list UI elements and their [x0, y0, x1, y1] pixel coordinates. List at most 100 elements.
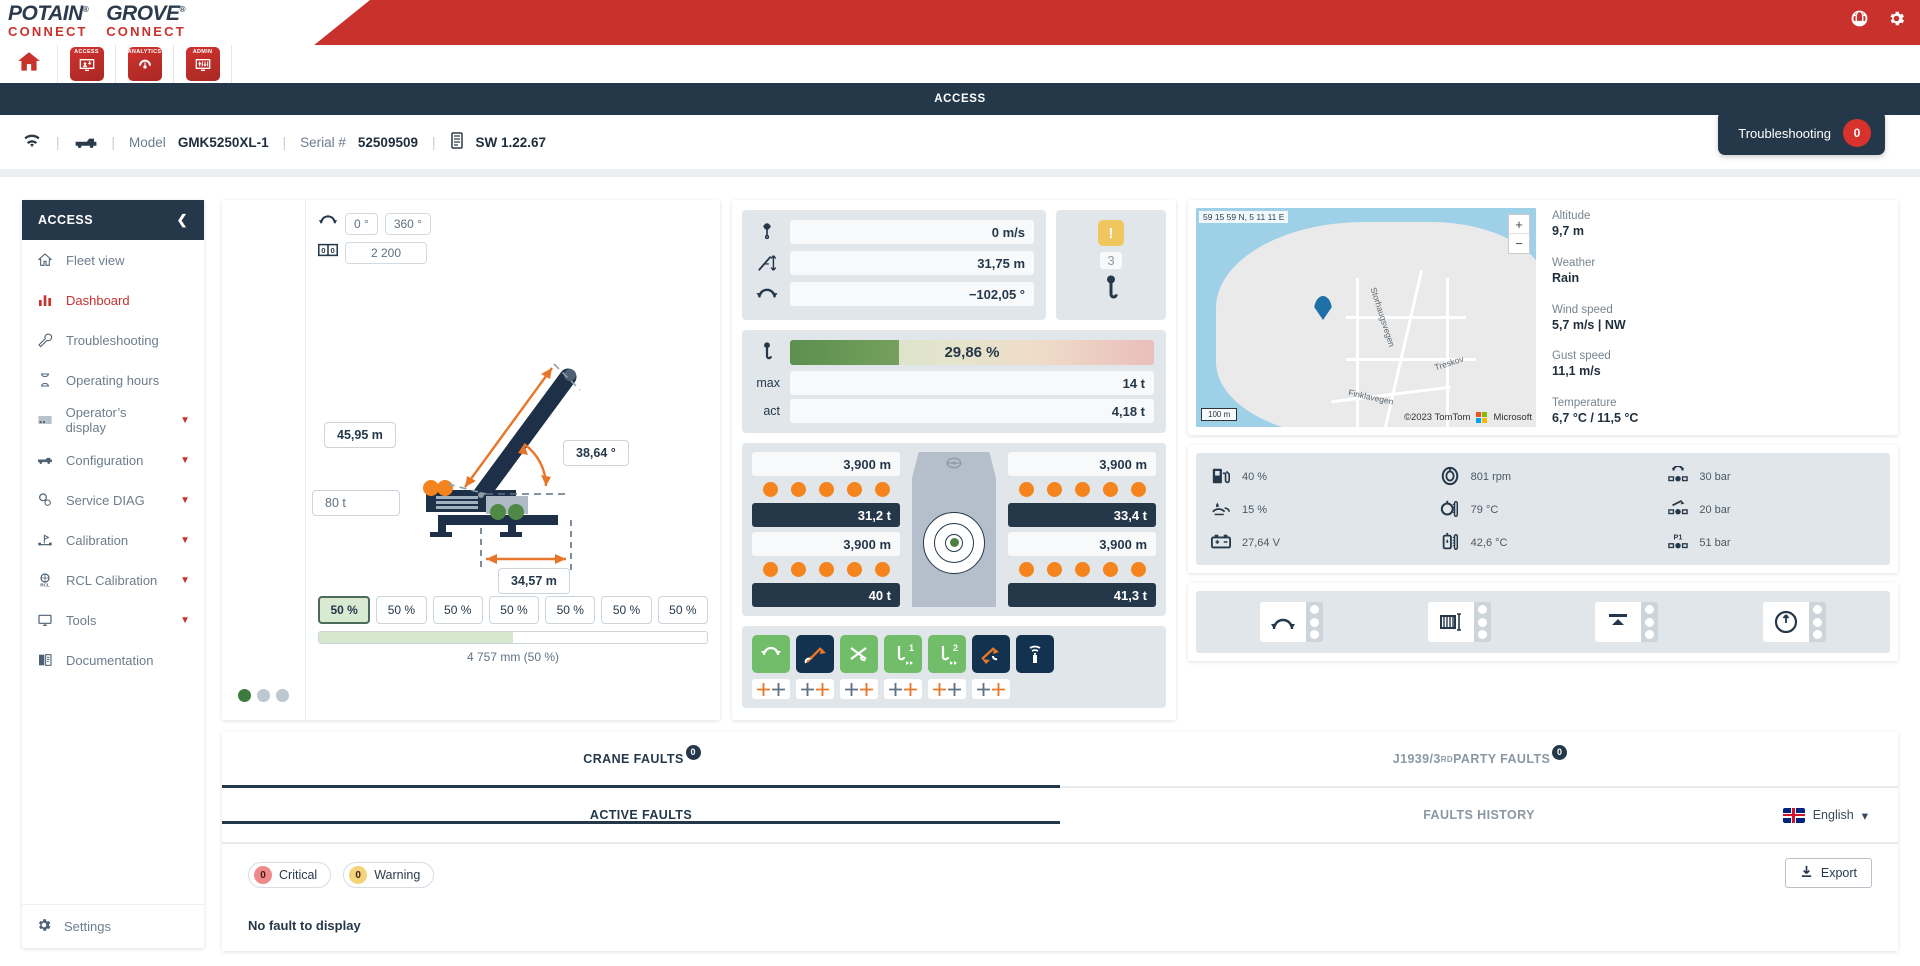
chip-critical[interactable]: 0 Critical — [248, 862, 332, 888]
nav-analytics[interactable]: ANALYTICS — [116, 45, 174, 83]
chevron-down-icon[interactable]: ▾ — [1862, 808, 1868, 823]
troubleshooting-count-badge: 0 — [1843, 119, 1871, 147]
slew-icon — [318, 212, 338, 235]
status-dot — [276, 689, 289, 702]
language-label: English — [1812, 808, 1854, 822]
tab-faults-history[interactable]: FAULTS HISTORY — [1060, 808, 1898, 822]
chassis-level-indicator — [908, 452, 1000, 607]
outrigger-pad-row — [1008, 481, 1156, 498]
slew-max-field[interactable]: 360 ° — [384, 212, 431, 235]
sidebar-item-label: Operating hours — [66, 372, 160, 388]
telescope-section-button[interactable]: 50 % — [488, 596, 540, 624]
chevron-down-icon[interactable]: ▼ — [180, 495, 190, 506]
map-zoom-controls[interactable]: + − — [1508, 214, 1530, 254]
measurement-box: 0 m/s 31,75 m −102,05 ° — [742, 210, 1046, 320]
winch-2-icon[interactable]: 2 — [928, 635, 966, 673]
chevron-down-icon[interactable]: ▼ — [180, 615, 190, 626]
nav-access[interactable]: ACCESS — [58, 45, 116, 83]
telescope-section-button[interactable]: 50 % — [432, 596, 483, 624]
measurement-row-height: 31,75 m — [754, 251, 1034, 275]
counter-field[interactable]: 2 200 — [345, 241, 427, 264]
wrench-icon — [36, 332, 54, 348]
telescope-section-button[interactable]: 50 % — [318, 596, 371, 624]
sidebar-header[interactable]: ACCESS ❮ — [22, 200, 204, 240]
export-button[interactable]: Export — [1784, 858, 1872, 888]
tab-crane-faults[interactable]: CRANE FAULTS 0 — [222, 732, 1060, 788]
winch-1-icon[interactable]: 1 — [884, 635, 922, 673]
boom-angle-label: 38,64 ° — [563, 440, 629, 466]
axis-cross-icon[interactable] — [884, 679, 922, 699]
nav-admin[interactable]: ADMIN — [174, 45, 232, 83]
tab-label-superscript: RD — [1440, 754, 1454, 764]
quick-status-outrigger-up[interactable] — [1595, 602, 1659, 642]
tab-j1939-third-party-faults[interactable]: J1939/3 RD PARTY FAULTS 0 — [1060, 732, 1898, 786]
sidebar-item-rcl-calibration[interactable]: RCL RCL Calibration ▼ — [22, 560, 204, 600]
axis-cross-icon[interactable] — [752, 679, 790, 699]
tab-active-faults[interactable]: ACTIVE FAULTS — [222, 808, 1060, 824]
sidebar-item-operators-display[interactable]: Operator’s display ▼ — [22, 400, 204, 440]
luffing-function-icon[interactable] — [840, 635, 878, 673]
boom-alert-icon[interactable] — [972, 635, 1010, 673]
telescope-section-button[interactable]: 50 % — [657, 596, 708, 624]
gauge-oil-temp: 42,6 °C — [1437, 530, 1650, 555]
chevron-down-icon[interactable]: ▼ — [180, 535, 190, 546]
quick-status-slew-brake[interactable] — [1260, 602, 1324, 642]
telescope-function-icon[interactable] — [796, 635, 834, 673]
max-value: 14 t — [790, 371, 1154, 395]
sidebar-item-label: Documentation — [66, 652, 154, 668]
sidebar-item-settings[interactable]: Settings — [22, 904, 204, 948]
serial-label: Serial # — [300, 134, 346, 150]
sidebar-item-documentation[interactable]: Documentation — [22, 640, 204, 680]
pressure-p1-icon: P1 — [1665, 532, 1691, 552]
severity-filter-chips: 0 Critical 0 Warning — [248, 862, 1872, 888]
telescope-section-button[interactable]: 50 % — [545, 596, 596, 624]
sidebar-item-tools[interactable]: Tools ▼ — [22, 600, 204, 640]
outrigger-box: 3,900 m 31,2 t 3,900 m 40 t 3,900 m 33,4… — [742, 443, 1166, 616]
hook-icon — [754, 341, 780, 364]
grove-connect-sub: CONNECT — [106, 24, 186, 39]
location-map[interactable]: Storhaugsvegen Treskov Finklavegen 59 15… — [1196, 208, 1536, 427]
slew-function-icon[interactable] — [752, 635, 790, 673]
language-selector[interactable]: English ▾ — [1782, 807, 1868, 823]
telescope-section-button[interactable]: 50 % — [376, 596, 427, 624]
counter-row: 00 2 200 — [318, 241, 708, 264]
sidebar-item-troubleshooting[interactable]: Troubleshooting — [22, 320, 204, 360]
sidebar-item-dashboard[interactable]: Dashboard — [22, 280, 204, 320]
def-fluid-icon — [1208, 499, 1234, 519]
troubleshooting-button[interactable]: Troubleshooting 0 — [1718, 111, 1885, 155]
machine-info-card: | | Model GMK5250XL-1 | Serial # 5250950… — [0, 111, 1920, 169]
sidebar-item-fleet-view[interactable]: Fleet view — [22, 240, 204, 280]
zoom-out-button[interactable]: − — [1509, 234, 1529, 253]
zoom-in-button[interactable]: + — [1509, 215, 1529, 234]
antenna-icon[interactable] — [1016, 635, 1054, 673]
sidebar-item-operating-hours[interactable]: Operating hours — [22, 360, 204, 400]
section-banner: ACCESS — [0, 83, 1920, 115]
gauge-value: 15 % — [1242, 503, 1268, 516]
globe-icon[interactable] — [1850, 9, 1869, 33]
sidebar-item-service-diag[interactable]: Service DIAG ▼ — [22, 480, 204, 520]
sidebar-item-configuration[interactable]: Configuration ▼ — [22, 440, 204, 480]
outrigger-pad-row — [752, 561, 900, 578]
module-nav: ACCESS ANALYTICS ADMIN — [0, 45, 1920, 83]
chevron-down-icon[interactable]: ▼ — [180, 415, 190, 426]
slew-min-field[interactable]: 0 ° — [345, 212, 378, 235]
svg-text:2: 2 — [953, 643, 958, 653]
axis-cross-icon[interactable] — [840, 679, 878, 699]
chevron-down-icon[interactable]: ▼ — [180, 455, 190, 466]
warning-label: Warning — [374, 868, 421, 882]
quick-status-pressure-gauge[interactable] — [1762, 602, 1826, 642]
axis-cross-icon[interactable] — [796, 679, 834, 699]
quick-status-winch-drum[interactable] — [1427, 602, 1491, 642]
nav-home[interactable] — [0, 45, 58, 83]
telescope-section-button[interactable]: 50 % — [601, 596, 652, 624]
sidebar-item-label: Configuration — [66, 452, 144, 468]
axis-cross-icon[interactable] — [928, 679, 966, 699]
sidebar-item-calibration[interactable]: Calibration ▼ — [22, 520, 204, 560]
chevron-down-icon[interactable]: ▼ — [180, 575, 190, 586]
axis-cross-icon[interactable] — [972, 679, 1010, 699]
sidebar-item-label: Tools — [66, 612, 97, 628]
chip-warning[interactable]: 0 Warning — [343, 862, 435, 888]
chevron-left-icon[interactable]: ❮ — [177, 212, 188, 228]
svg-text:P1: P1 — [1674, 533, 1683, 542]
gear-icon[interactable] — [1887, 9, 1906, 33]
